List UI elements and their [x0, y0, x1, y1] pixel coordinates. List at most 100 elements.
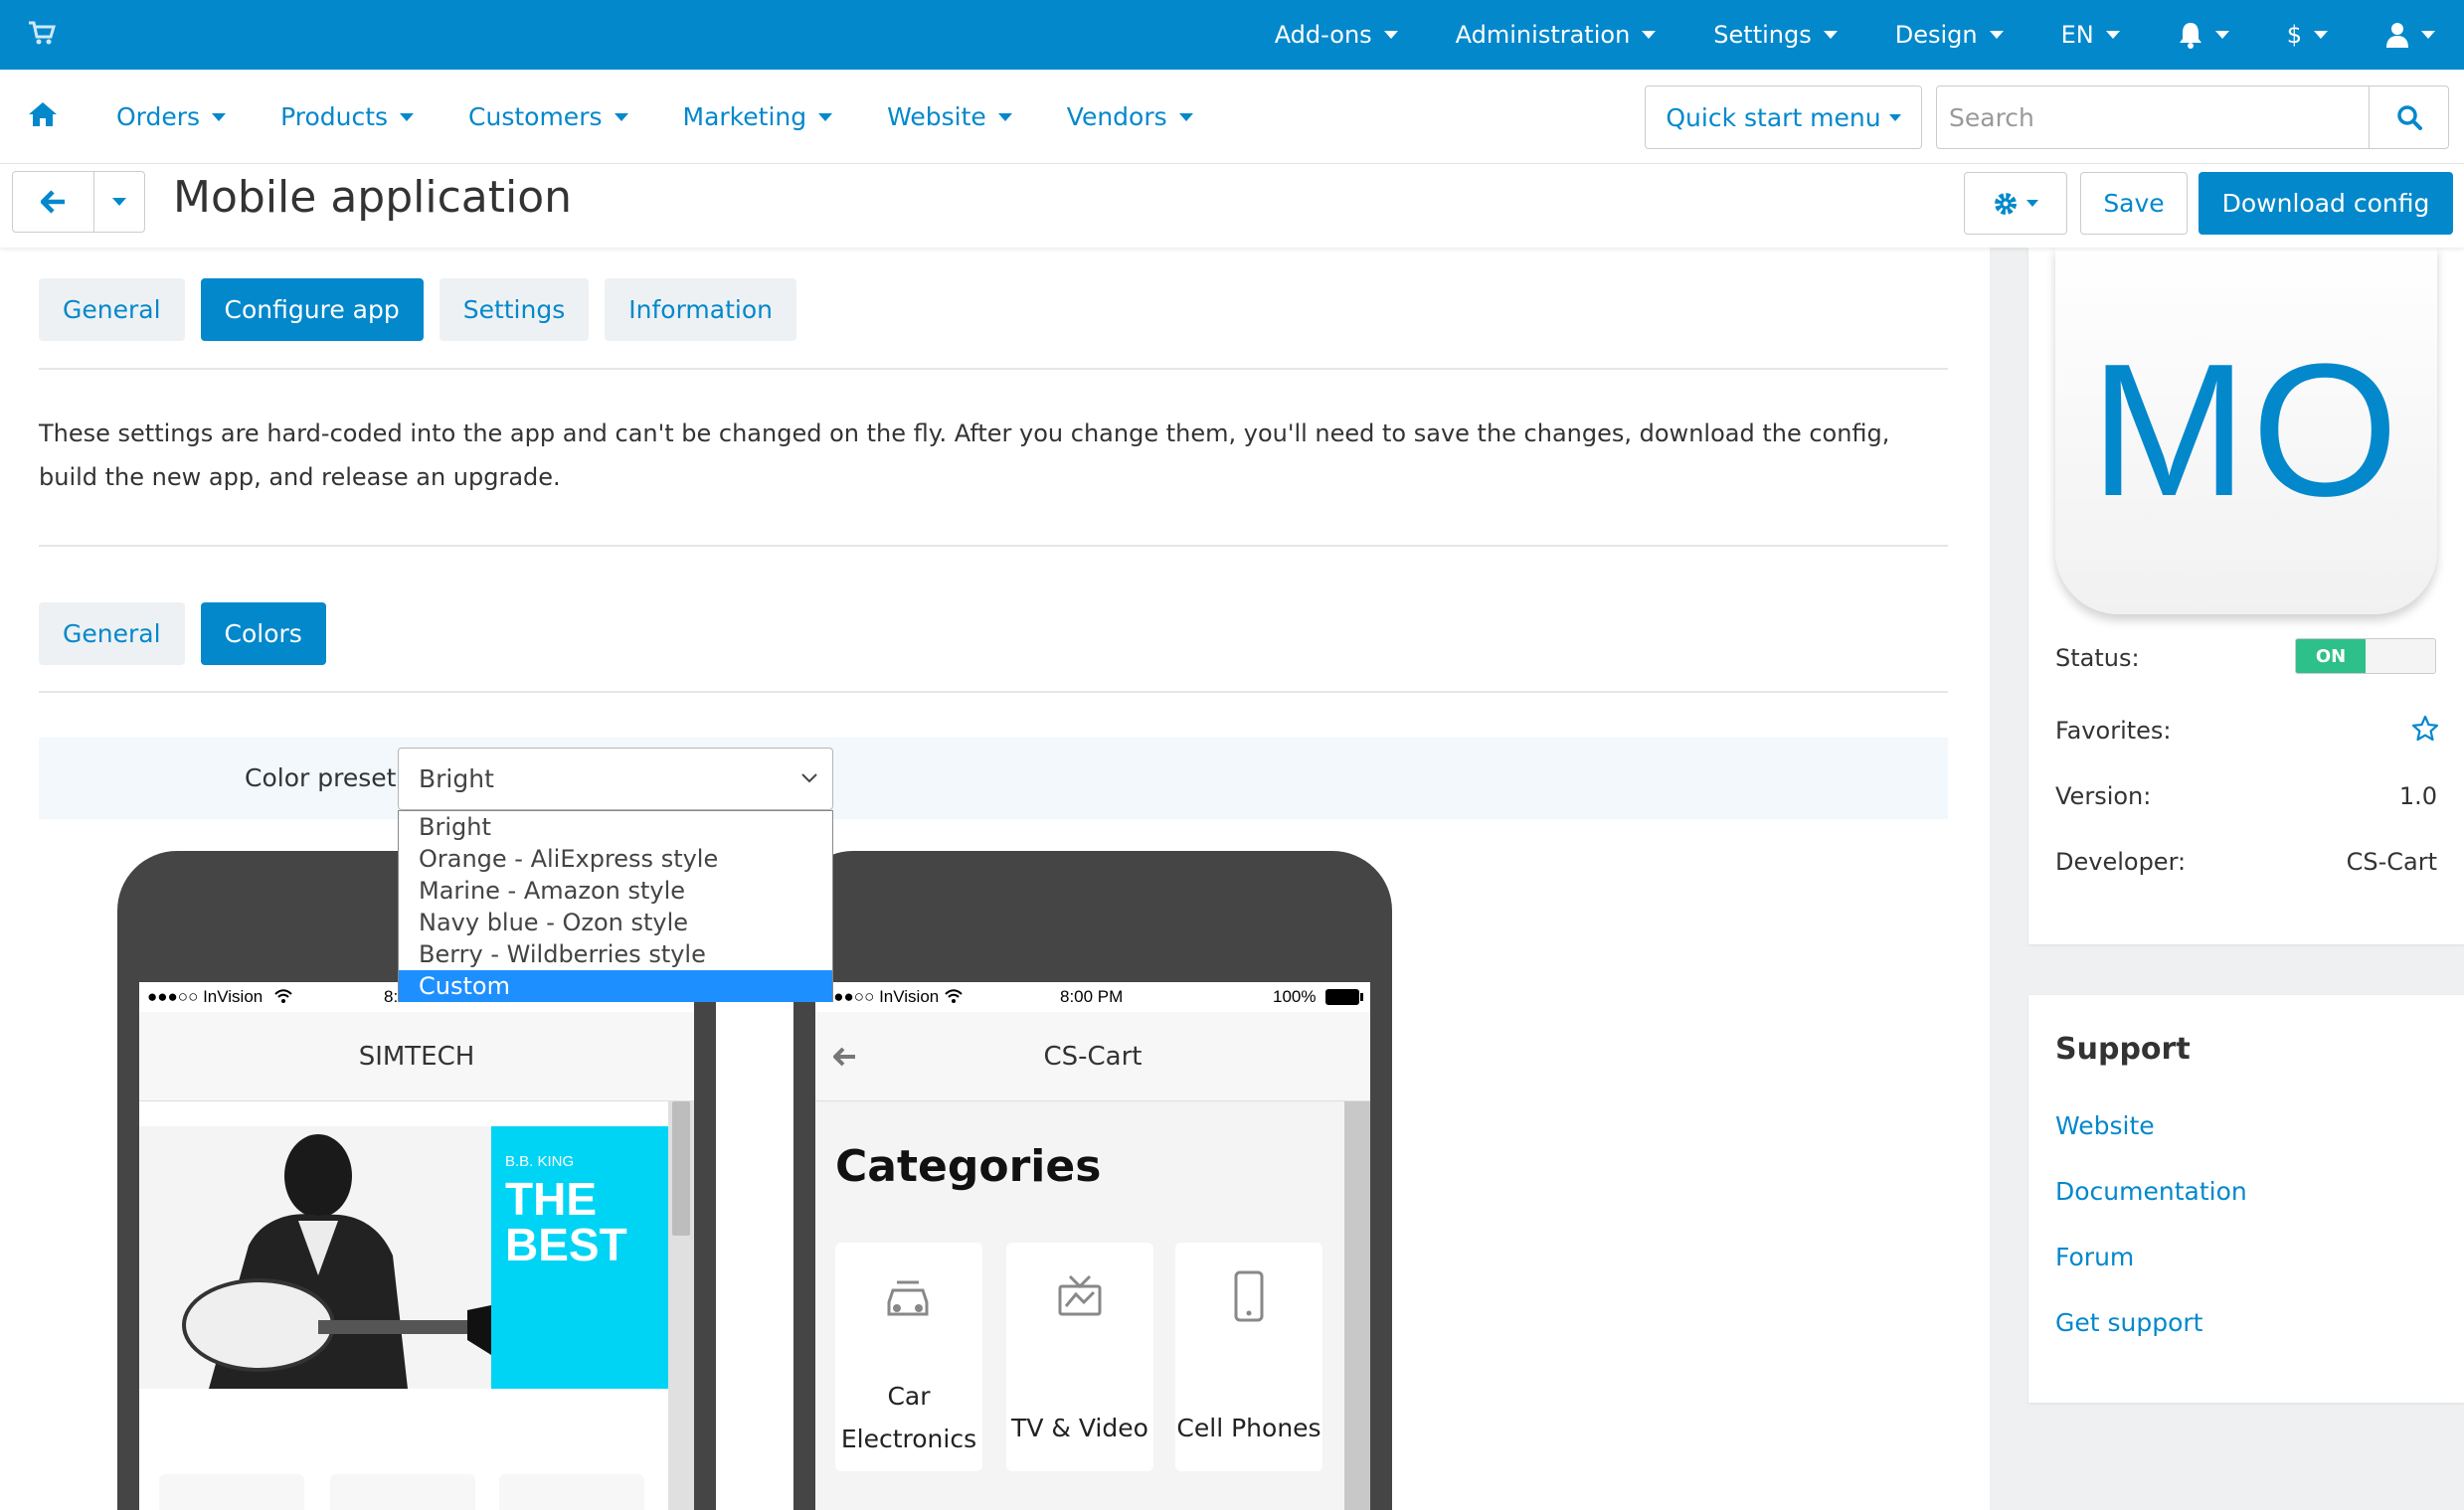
- battery-label: 100%: [1273, 987, 1317, 1006]
- top-bar: Add-ons Administration Settings Design E…: [0, 0, 2464, 70]
- search-input[interactable]: [1936, 85, 2370, 149]
- status-on-label: ON: [2296, 639, 2366, 673]
- history-dropdown-button[interactable]: [94, 172, 144, 232]
- divider: [39, 545, 1948, 547]
- subtab-colors[interactable]: Colors: [200, 602, 326, 665]
- topnav-label: EN: [2060, 21, 2094, 49]
- notifications-menu[interactable]: [2178, 21, 2229, 49]
- settings-dropdown-button[interactable]: [1964, 172, 2067, 235]
- phone-status-bar: ●●●○○ InVision 8:00 PM 100%: [815, 982, 1370, 1012]
- quick-start-menu-button[interactable]: Quick start menu: [1645, 85, 1922, 149]
- topnav-language[interactable]: EN: [2061, 21, 2120, 49]
- product-card[interactable]: [159, 1474, 304, 1510]
- star-icon[interactable]: [2411, 715, 2439, 743]
- banner-small-text: B.B. KING: [505, 1153, 575, 1170]
- download-config-button[interactable]: Download config: [2199, 172, 2453, 235]
- guitarist-illustration: [139, 1126, 491, 1389]
- search-button[interactable]: [2369, 85, 2449, 149]
- caret-down-icon: [2214, 31, 2229, 39]
- caret-down-icon: [1178, 112, 1193, 121]
- caret-down-icon: [2026, 200, 2038, 207]
- preset-option-selected[interactable]: Custom: [399, 970, 832, 1002]
- back-button[interactable]: [13, 172, 94, 232]
- cart-icon[interactable]: [28, 18, 56, 48]
- color-preset-select[interactable]: Bright: [398, 748, 833, 810]
- phone-scrollbar[interactable]: [1344, 1101, 1370, 1510]
- user-icon: [2386, 23, 2408, 48]
- nav-orders[interactable]: Orders: [116, 102, 227, 131]
- product-card[interactable]: [330, 1474, 475, 1510]
- main-nav: Orders Products Customers Marketing Webs…: [116, 70, 1248, 164]
- quick-start-label: Quick start menu: [1666, 102, 1881, 132]
- tab-configure-app[interactable]: Configure app: [200, 278, 424, 341]
- subtab-general[interactable]: General: [39, 602, 185, 665]
- preset-option[interactable]: Marine - Amazon style: [399, 875, 832, 907]
- arrow-left-icon: [40, 190, 65, 214]
- category-label: Car: [887, 1382, 931, 1411]
- top-nav: Add-ons Administration Settings Design E…: [1246, 0, 2464, 70]
- caret-down-icon: [1888, 113, 1901, 121]
- topnav-label: Add-ons: [1274, 21, 1372, 49]
- color-preset-row: Color preset:: [39, 738, 1948, 819]
- caret-down-icon: [614, 112, 628, 121]
- support-link-forum[interactable]: Forum: [2055, 1243, 2134, 1271]
- color-preset-value: Bright: [419, 764, 494, 793]
- product-card[interactable]: [499, 1474, 644, 1510]
- support-link-documentation[interactable]: Documentation: [2055, 1177, 2247, 1206]
- phone-scroll-thumb[interactable]: [672, 1101, 690, 1236]
- tab-general[interactable]: General: [39, 278, 185, 341]
- category-card-tv-video[interactable]: TV & Video: [1006, 1243, 1153, 1471]
- category-card-car-electronics[interactable]: Car Electronics: [835, 1243, 982, 1471]
- category-card-cell-phones[interactable]: Cell Phones: [1175, 1243, 1322, 1471]
- nav-marketing[interactable]: Marketing: [683, 102, 833, 131]
- notice-text: These settings are hard-coded into the a…: [39, 419, 1890, 491]
- support-title: Support: [2055, 1032, 2191, 1067]
- home-icon[interactable]: [28, 101, 58, 127]
- topnav-administration[interactable]: Administration: [1456, 21, 1657, 49]
- preset-option[interactable]: Bright: [399, 811, 832, 843]
- color-preset-label: Color preset:: [245, 763, 405, 792]
- wifi-icon: [945, 989, 963, 1003]
- preset-option[interactable]: Orange - AliExpress style: [399, 843, 832, 875]
- topnav-addons[interactable]: Add-ons: [1275, 21, 1398, 49]
- caret-down-icon: [2105, 31, 2120, 39]
- support-link-website[interactable]: Website: [2055, 1111, 2155, 1140]
- main-navbar: Orders Products Customers Marketing Webs…: [0, 70, 2464, 164]
- title-bar: Mobile application Save Download config: [0, 164, 2464, 248]
- status-toggle[interactable]: ON: [2295, 638, 2436, 674]
- banner-promo[interactable]: B.B. KING THE BEST: [491, 1126, 668, 1389]
- caret-down-icon: [997, 112, 1012, 121]
- caret-down-icon: [1383, 31, 1398, 39]
- phone-icon: [1234, 1270, 1264, 1322]
- currency-menu[interactable]: $: [2287, 21, 2328, 49]
- save-button[interactable]: Save: [2080, 172, 2188, 235]
- tab-settings[interactable]: Settings: [439, 278, 590, 341]
- main-tabs: General Configure app Settings Informati…: [39, 278, 812, 341]
- arrow-left-icon[interactable]: [833, 1047, 857, 1067]
- phone-preview-right: ●●●○○ InVision 8:00 PM 100% CS-Cart Cate…: [793, 851, 1392, 1510]
- category-label: TV & Video: [1011, 1414, 1148, 1442]
- carrier-label: ●●●○○ InVision: [823, 987, 940, 1006]
- tab-information[interactable]: Information: [605, 278, 796, 341]
- nav-vendors[interactable]: Vendors: [1067, 102, 1193, 131]
- categories-heading: Categories: [835, 1141, 1102, 1192]
- caret-down-icon: [2314, 31, 2328, 39]
- topnav-settings[interactable]: Settings: [1713, 21, 1838, 49]
- nav-customers[interactable]: Customers: [468, 102, 628, 131]
- divider: [39, 691, 1948, 693]
- chevron-down-icon: [801, 773, 817, 783]
- nav-label: Orders: [116, 102, 201, 131]
- app-logo: MO: [2055, 247, 2437, 614]
- color-preset-dropdown: Bright Orange - AliExpress style Marine …: [398, 810, 833, 1002]
- nav-products[interactable]: Products: [280, 102, 415, 131]
- preset-option[interactable]: Berry - Wildberries style: [399, 938, 832, 970]
- developer-label: Developer:: [2055, 848, 2187, 876]
- nav-website[interactable]: Website: [887, 102, 1012, 131]
- banner-big-text-1: THE: [505, 1173, 597, 1225]
- topnav-design[interactable]: Design: [1895, 21, 2004, 49]
- preset-option[interactable]: Navy blue - Ozon style: [399, 907, 832, 938]
- user-menu[interactable]: [2385, 22, 2435, 48]
- currency-label: $: [2286, 21, 2302, 49]
- support-link-get-support[interactable]: Get support: [2055, 1308, 2203, 1337]
- carrier-label: ●●●○○ InVision: [147, 987, 264, 1006]
